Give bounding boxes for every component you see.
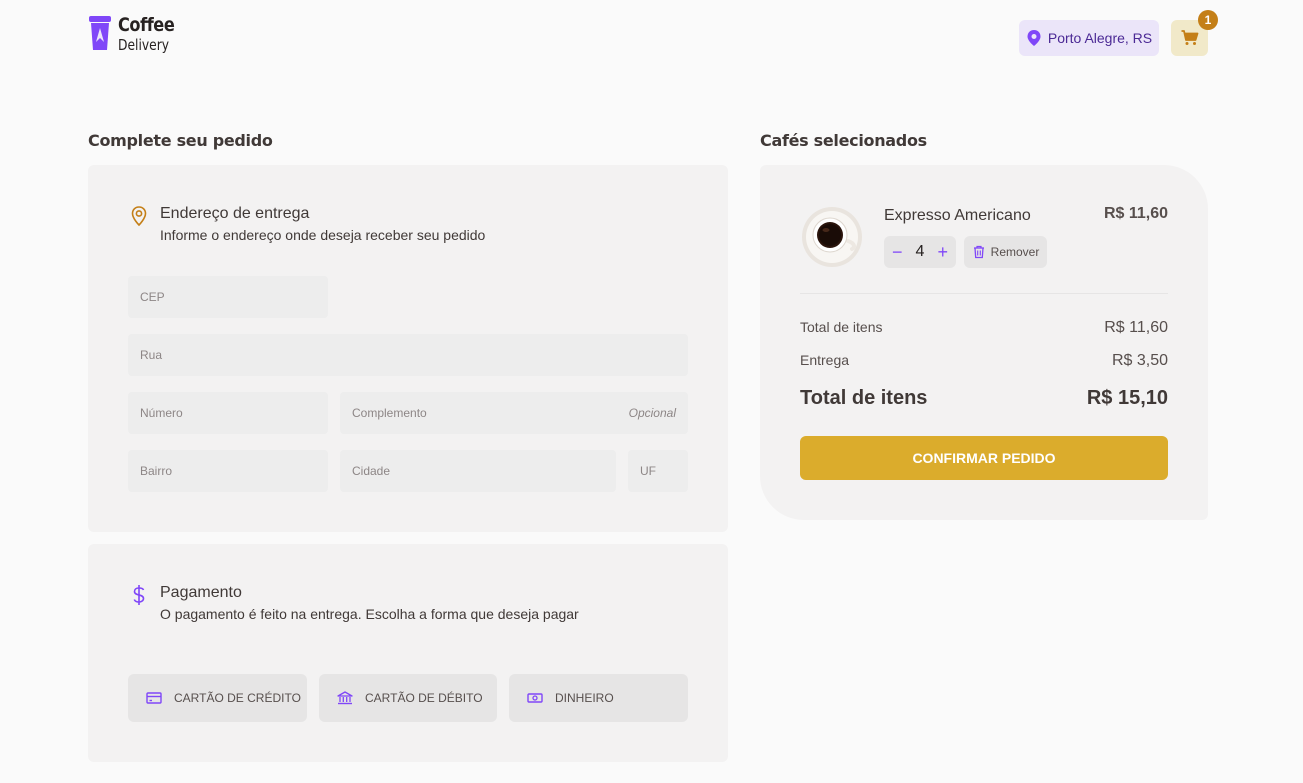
currency-dollar-icon — [133, 585, 145, 605]
payment-option-credit-label: Cartão de crédito — [174, 691, 301, 705]
state-placeholder: UF — [640, 464, 656, 478]
summary-delivery-row: Entrega R$ 3,50 — [800, 352, 1168, 370]
cep-placeholder: CEP — [140, 290, 165, 304]
coffee-image — [802, 207, 862, 267]
optional-hint: Opcional — [628, 406, 676, 420]
address-header: Endereço de entrega Informe o endereço o… — [128, 205, 485, 243]
decrement-button[interactable]: − — [892, 243, 903, 261]
summary-total-row: Total de itens R$ 15,10 — [800, 387, 1168, 410]
payment-option-cash[interactable]: Dinheiro — [509, 674, 688, 722]
location-badge[interactable]: Porto Alegre, RS — [1019, 20, 1159, 56]
selected-coffees-card: Expresso Americano R$ 11,60 − 4 + Remove… — [760, 165, 1208, 520]
selected-coffees-title: Cafés selecionados — [760, 131, 927, 150]
logo[interactable]: Coffee Delivery — [88, 14, 184, 54]
order-form-title: Complete seu pedido — [88, 131, 273, 150]
complement-placeholder: Complemento — [352, 406, 427, 420]
logo-text-coffee: Coffee — [118, 13, 175, 36]
summary-total-label: Total de itens — [800, 387, 928, 409]
summary-items-value: R$ 11,60 — [1104, 319, 1168, 336]
item-divider — [800, 293, 1168, 294]
payment-option-debit-label: Cartão de débito — [365, 691, 483, 705]
logo-text-delivery: Delivery — [118, 35, 170, 54]
summary-items-row: Total de itens R$ 11,60 — [800, 319, 1168, 337]
confirm-order-button[interactable]: Confirmar pedido — [800, 436, 1168, 480]
payment-option-credit[interactable]: Cartão de crédito — [128, 674, 307, 722]
map-pin-icon — [1027, 30, 1041, 46]
remove-label: Remover — [990, 245, 1040, 259]
payment-option-debit[interactable]: Cartão de débito — [319, 674, 497, 722]
summary-delivery-value: R$ 3,50 — [1111, 352, 1168, 369]
map-pin-outline-icon — [131, 206, 147, 227]
street-input[interactable]: Rua — [128, 334, 688, 376]
payment-header: Pagamento O pagamento é feito na entrega… — [128, 584, 579, 622]
address-card: Endereço de entrega Informe o endereço o… — [88, 165, 728, 532]
cep-input[interactable]: CEP — [128, 276, 328, 318]
address-title: Endereço de entrega — [160, 205, 310, 222]
summary-delivery-label: Entrega — [800, 352, 850, 368]
state-input[interactable]: UF — [628, 450, 688, 492]
location-text: Porto Alegre, RS — [1047, 30, 1153, 46]
coffee-name: Expresso Americano — [884, 207, 1031, 224]
payment-card: Pagamento O pagamento é feito na entrega… — [88, 544, 728, 762]
quantity-stepper: − 4 + — [884, 236, 956, 268]
payment-subtitle: O pagamento é feito na entrega. Escolha … — [160, 606, 579, 622]
coffee-cup-logo-icon — [89, 16, 111, 50]
neighborhood-placeholder: Bairro — [140, 464, 173, 478]
credit-card-icon — [146, 692, 162, 704]
payment-title: Pagamento — [160, 584, 242, 601]
complement-input[interactable]: Complemento Opcional — [340, 392, 688, 434]
street-placeholder: Rua — [140, 348, 163, 362]
increment-button[interactable]: + — [937, 243, 948, 261]
bank-icon — [337, 691, 353, 705]
summary-total-value: R$ 15,10 — [1086, 387, 1168, 409]
quantity-value: 4 — [915, 243, 925, 260]
coffee-price: R$ 11,60 — [1103, 205, 1168, 222]
cart-count-badge: 1 — [1198, 10, 1218, 30]
number-input[interactable]: Número — [128, 392, 328, 434]
money-icon — [527, 693, 543, 703]
city-placeholder: Cidade — [352, 464, 391, 478]
city-input[interactable]: Cidade — [340, 450, 616, 492]
payment-option-cash-label: Dinheiro — [555, 691, 614, 705]
address-subtitle: Informe o endereço onde deseja receber s… — [160, 227, 486, 243]
summary-items-label: Total de itens — [800, 319, 883, 335]
neighborhood-input[interactable]: Bairro — [128, 450, 328, 492]
remove-button[interactable]: Remover — [964, 236, 1047, 268]
shopping-cart-icon — [1181, 30, 1198, 45]
trash-icon — [973, 245, 984, 259]
number-placeholder: Número — [140, 406, 183, 420]
